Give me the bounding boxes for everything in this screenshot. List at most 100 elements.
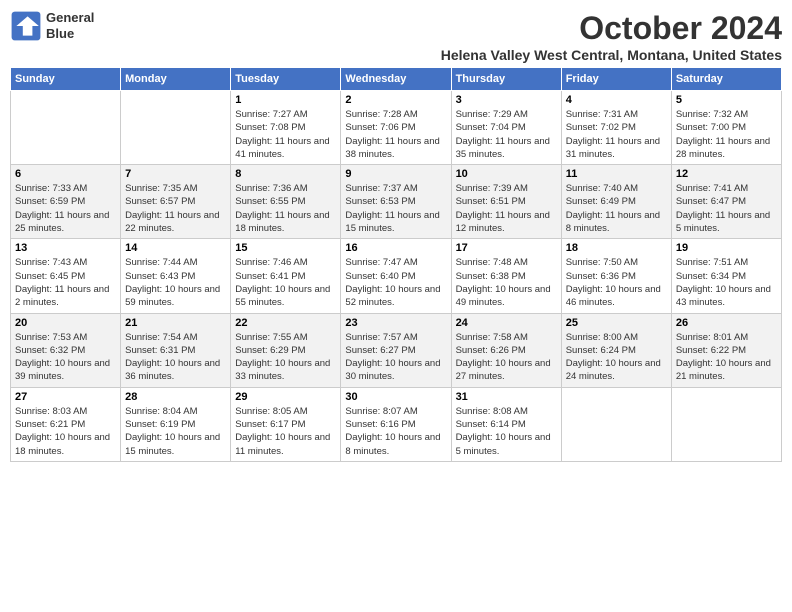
day-number: 5: [676, 94, 777, 106]
day-number: 10: [456, 168, 557, 180]
day-info: Sunrise: 7:27 AM Sunset: 7:08 PM Dayligh…: [235, 108, 336, 161]
calendar-cell: 5 Sunrise: 7:32 AM Sunset: 7:00 PM Daylig…: [671, 91, 781, 165]
day-number: 25: [566, 317, 667, 329]
calendar-cell: 15 Sunrise: 7:46 AM Sunset: 6:41 PM Dayli…: [231, 239, 341, 313]
day-info: Sunrise: 8:05 AM Sunset: 6:17 PM Dayligh…: [235, 405, 336, 458]
day-number: 9: [345, 168, 446, 180]
day-info: Sunrise: 7:48 AM Sunset: 6:38 PM Dayligh…: [456, 256, 557, 309]
calendar-cell: 4Sunrise: 7:31 AM Sunset: 7:02 PM Daylig…: [561, 91, 671, 165]
calendar-cell: 8 Sunrise: 7:36 AM Sunset: 6:55 PM Daylig…: [231, 165, 341, 239]
calendar-cell: [11, 91, 121, 165]
calendar-cell: [121, 91, 231, 165]
day-number: 11: [566, 168, 667, 180]
day-number: 1: [235, 94, 336, 106]
calendar-cell: 26 Sunrise: 8:01 AM Sunset: 6:22 PM Dayli…: [671, 313, 781, 387]
calendar-cell: 29 Sunrise: 8:05 AM Sunset: 6:17 PM Dayli…: [231, 387, 341, 461]
day-info: Sunrise: 7:29 AM Sunset: 7:04 PM Dayligh…: [456, 108, 557, 161]
day-number: 31: [456, 391, 557, 403]
calendar-cell: 10 Sunrise: 7:39 AM Sunset: 6:51 PM Dayli…: [451, 165, 561, 239]
calendar-cell: 22 Sunrise: 7:55 AM Sunset: 6:29 PM Dayli…: [231, 313, 341, 387]
day-number: 6: [15, 168, 116, 180]
day-info: Sunrise: 7:47 AM Sunset: 6:40 PM Dayligh…: [345, 256, 446, 309]
day-info: Sunrise: 7:36 AM Sunset: 6:55 PM Dayligh…: [235, 182, 336, 235]
calendar-cell: [561, 387, 671, 461]
calendar-cell: 2Sunrise: 7:28 AM Sunset: 7:06 PM Daylig…: [341, 91, 451, 165]
day-info: Sunrise: 7:55 AM Sunset: 6:29 PM Dayligh…: [235, 331, 336, 384]
day-number: 14: [125, 242, 226, 254]
day-info: Sunrise: 7:43 AM Sunset: 6:45 PM Dayligh…: [15, 256, 116, 309]
calendar-cell: 24Sunrise: 7:58 AM Sunset: 6:26 PM Dayli…: [451, 313, 561, 387]
location-title: Helena Valley West Central, Montana, Uni…: [441, 47, 782, 63]
day-info: Sunrise: 8:01 AM Sunset: 6:22 PM Dayligh…: [676, 331, 777, 384]
weekday-header: Saturday: [671, 68, 781, 91]
calendar-cell: 16 Sunrise: 7:47 AM Sunset: 6:40 PM Dayli…: [341, 239, 451, 313]
calendar-cell: 21 Sunrise: 7:54 AM Sunset: 6:31 PM Dayli…: [121, 313, 231, 387]
day-number: 20: [15, 317, 116, 329]
day-number: 19: [676, 242, 777, 254]
calendar-cell: 31 Sunrise: 8:08 AM Sunset: 6:14 PM Dayli…: [451, 387, 561, 461]
title-block: October 2024 Helena Valley West Central,…: [441, 10, 782, 63]
calendar-cell: [671, 387, 781, 461]
calendar-cell: 1 Sunrise: 7:27 AM Sunset: 7:08 PM Daylig…: [231, 91, 341, 165]
day-number: 29: [235, 391, 336, 403]
calendar-cell: 18 Sunrise: 7:50 AM Sunset: 6:36 PM Dayli…: [561, 239, 671, 313]
calendar-cell: 12 Sunrise: 7:41 AM Sunset: 6:47 PM Dayli…: [671, 165, 781, 239]
calendar-cell: 9 Sunrise: 7:37 AM Sunset: 6:53 PM Daylig…: [341, 165, 451, 239]
day-number: 16: [345, 242, 446, 254]
calendar-cell: 20 Sunrise: 7:53 AM Sunset: 6:32 PM Dayli…: [11, 313, 121, 387]
day-number: 12: [676, 168, 777, 180]
day-info: Sunrise: 7:33 AM Sunset: 6:59 PM Dayligh…: [15, 182, 116, 235]
calendar-cell: 30 Sunrise: 8:07 AM Sunset: 6:16 PM Dayli…: [341, 387, 451, 461]
day-info: Sunrise: 7:44 AM Sunset: 6:43 PM Dayligh…: [125, 256, 226, 309]
calendar-cell: 28Sunrise: 8:04 AM Sunset: 6:19 PM Dayli…: [121, 387, 231, 461]
calendar-cell: 19 Sunrise: 7:51 AM Sunset: 6:34 PM Dayli…: [671, 239, 781, 313]
day-info: Sunrise: 7:46 AM Sunset: 6:41 PM Dayligh…: [235, 256, 336, 309]
logo-text: General Blue: [46, 10, 94, 41]
calendar-cell: 7Sunrise: 7:35 AM Sunset: 6:57 PM Daylig…: [121, 165, 231, 239]
day-number: 21: [125, 317, 226, 329]
weekday-header: Monday: [121, 68, 231, 91]
day-info: Sunrise: 7:40 AM Sunset: 6:49 PM Dayligh…: [566, 182, 667, 235]
day-number: 22: [235, 317, 336, 329]
month-title: October 2024: [441, 10, 782, 47]
day-info: Sunrise: 8:03 AM Sunset: 6:21 PM Dayligh…: [15, 405, 116, 458]
day-info: Sunrise: 7:50 AM Sunset: 6:36 PM Dayligh…: [566, 256, 667, 309]
day-info: Sunrise: 7:51 AM Sunset: 6:34 PM Dayligh…: [676, 256, 777, 309]
calendar-cell: 6 Sunrise: 7:33 AM Sunset: 6:59 PM Daylig…: [11, 165, 121, 239]
logo: General Blue: [10, 10, 94, 42]
day-number: 27: [15, 391, 116, 403]
day-number: 18: [566, 242, 667, 254]
day-info: Sunrise: 7:35 AM Sunset: 6:57 PM Dayligh…: [125, 182, 226, 235]
weekday-header: Wednesday: [341, 68, 451, 91]
day-info: Sunrise: 7:53 AM Sunset: 6:32 PM Dayligh…: [15, 331, 116, 384]
day-number: 24: [456, 317, 557, 329]
calendar-cell: 3 Sunrise: 7:29 AM Sunset: 7:04 PM Daylig…: [451, 91, 561, 165]
calendar-cell: 23Sunrise: 7:57 AM Sunset: 6:27 PM Dayli…: [341, 313, 451, 387]
day-info: Sunrise: 7:39 AM Sunset: 6:51 PM Dayligh…: [456, 182, 557, 235]
day-number: 8: [235, 168, 336, 180]
day-number: 2: [345, 94, 446, 106]
day-number: 26: [676, 317, 777, 329]
day-number: 3: [456, 94, 557, 106]
calendar-cell: 13 Sunrise: 7:43 AM Sunset: 6:45 PM Dayli…: [11, 239, 121, 313]
day-info: Sunrise: 8:00 AM Sunset: 6:24 PM Dayligh…: [566, 331, 667, 384]
day-info: Sunrise: 7:37 AM Sunset: 6:53 PM Dayligh…: [345, 182, 446, 235]
calendar-cell: 25 Sunrise: 8:00 AM Sunset: 6:24 PM Dayli…: [561, 313, 671, 387]
day-number: 13: [15, 242, 116, 254]
weekday-header: Thursday: [451, 68, 561, 91]
day-info: Sunrise: 7:54 AM Sunset: 6:31 PM Dayligh…: [125, 331, 226, 384]
day-info: Sunrise: 7:41 AM Sunset: 6:47 PM Dayligh…: [676, 182, 777, 235]
day-info: Sunrise: 8:07 AM Sunset: 6:16 PM Dayligh…: [345, 405, 446, 458]
day-info: Sunrise: 7:32 AM Sunset: 7:00 PM Dayligh…: [676, 108, 777, 161]
day-number: 30: [345, 391, 446, 403]
day-info: Sunrise: 7:57 AM Sunset: 6:27 PM Dayligh…: [345, 331, 446, 384]
logo-icon: [10, 10, 42, 42]
day-info: Sunrise: 8:08 AM Sunset: 6:14 PM Dayligh…: [456, 405, 557, 458]
calendar-table: SundayMondayTuesdayWednesdayThursdayFrid…: [10, 67, 782, 462]
calendar-cell: 17 Sunrise: 7:48 AM Sunset: 6:38 PM Dayli…: [451, 239, 561, 313]
calendar-cell: 11 Sunrise: 7:40 AM Sunset: 6:49 PM Dayli…: [561, 165, 671, 239]
day-info: Sunrise: 7:31 AM Sunset: 7:02 PM Dayligh…: [566, 108, 667, 161]
day-number: 15: [235, 242, 336, 254]
day-info: Sunrise: 8:04 AM Sunset: 6:19 PM Dayligh…: [125, 405, 226, 458]
day-number: 17: [456, 242, 557, 254]
